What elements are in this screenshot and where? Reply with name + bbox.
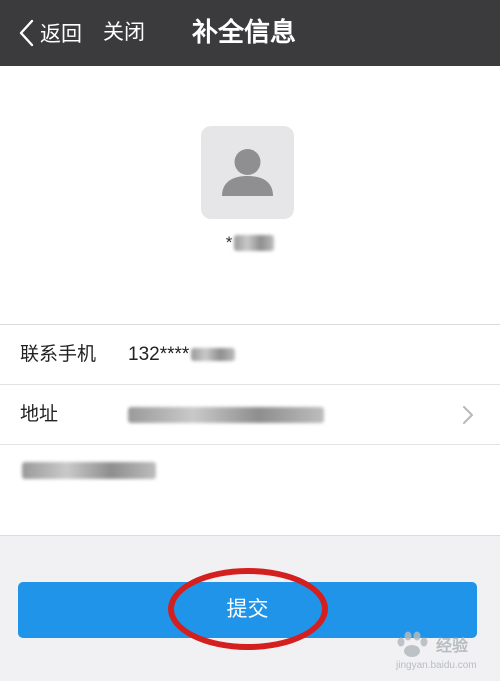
redacted-name bbox=[234, 235, 275, 251]
watermark-url: jingyan.baidu.com bbox=[396, 660, 477, 671]
page-title: 补全信息 bbox=[192, 17, 297, 47]
back-button[interactable]: 返回 bbox=[18, 17, 82, 49]
user-name: * bbox=[0, 232, 500, 254]
profile-section: * bbox=[0, 66, 500, 324]
redacted-phone-digits bbox=[191, 348, 236, 362]
address-row[interactable]: 地址 bbox=[0, 385, 500, 445]
address-label: 地址 bbox=[20, 404, 59, 425]
row-divider bbox=[0, 444, 500, 445]
avatar[interactable] bbox=[201, 126, 294, 219]
redacted-address-region bbox=[128, 407, 324, 423]
back-label: 返回 bbox=[40, 23, 82, 46]
contact-form: 联系手机 132**** 地址 bbox=[0, 324, 500, 536]
baidu-jingyan-watermark: 经验 jingyan.baidu.com bbox=[390, 628, 494, 676]
navigation-bar: 返回 关闭 补全信息 bbox=[0, 0, 500, 66]
chevron-left-icon bbox=[19, 19, 34, 47]
phone-label: 联系手机 bbox=[20, 344, 97, 365]
phone-value[interactable]: 132**** bbox=[128, 325, 236, 385]
watermark-word: 经验 bbox=[436, 638, 469, 655]
user-silhouette-icon bbox=[222, 149, 273, 196]
paw-icon bbox=[397, 631, 428, 657]
redacted-detail-address[interactable] bbox=[22, 462, 156, 479]
phone-row[interactable]: 联系手机 132**** bbox=[0, 325, 500, 385]
name-prefix: * bbox=[225, 233, 233, 252]
close-button[interactable]: 关闭 bbox=[103, 17, 145, 49]
chevron-right-icon bbox=[463, 406, 473, 424]
phone-visible-digits: 132**** bbox=[128, 344, 190, 365]
